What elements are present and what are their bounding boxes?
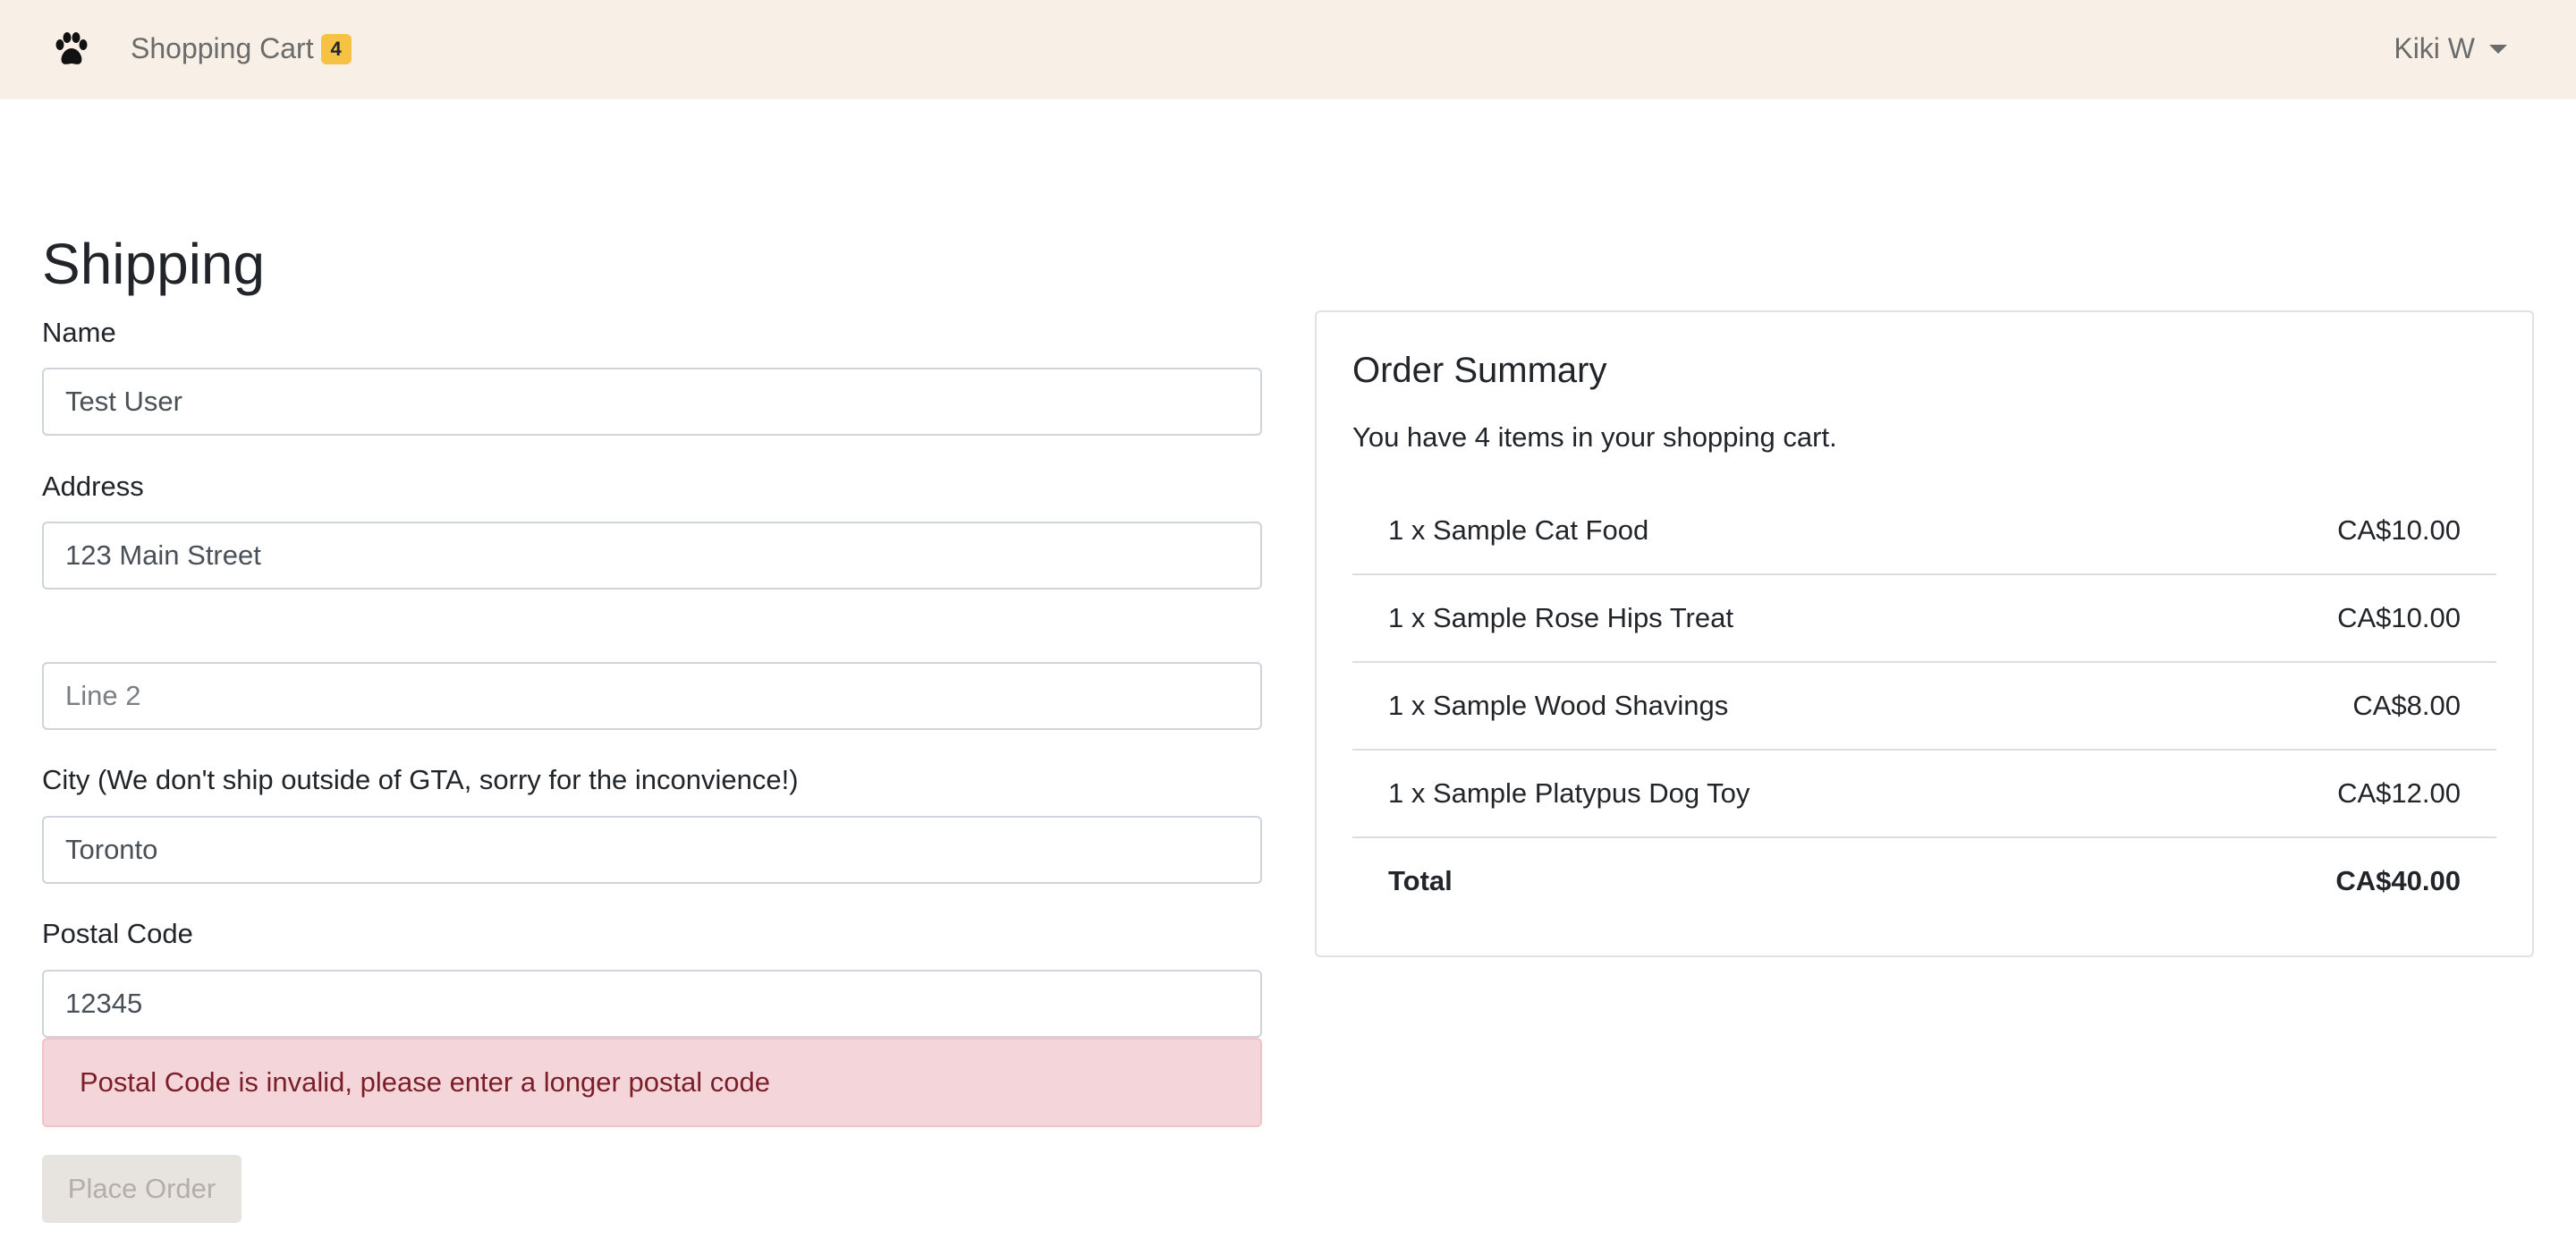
- address-input[interactable]: [42, 522, 1262, 590]
- postal-code-error-text: Postal Code is invalid, please enter a l…: [80, 1066, 771, 1098]
- address-label: Address: [42, 471, 144, 502]
- page-title: Shipping: [42, 232, 266, 296]
- total-label: Total: [1388, 865, 1453, 896]
- order-total-row: Total CA$40.00: [1352, 838, 2496, 926]
- order-item-row: 1 x Sample Cat Food CA$10.00: [1352, 488, 2496, 575]
- navbar: Shopping Cart 4 Kiki W: [0, 0, 2576, 99]
- item-name: 1 x Sample Wood Shavings: [1388, 690, 1729, 721]
- item-price: CA$8.00: [2352, 690, 2461, 721]
- shopping-cart-link[interactable]: Shopping Cart 4: [131, 32, 352, 65]
- name-input[interactable]: [42, 368, 1262, 436]
- item-price: CA$10.00: [2337, 514, 2461, 546]
- order-summary-title: Order Summary: [1352, 351, 1607, 390]
- city-input[interactable]: [42, 816, 1262, 884]
- item-name: 1 x Sample Cat Food: [1388, 514, 1649, 546]
- cart-count-badge: 4: [320, 33, 352, 64]
- user-menu-dropdown[interactable]: Kiki W: [2394, 32, 2507, 65]
- order-item-row: 1 x Sample Platypus Dog Toy CA$12.00: [1352, 751, 2496, 838]
- order-summary-card: Order Summary You have 4 items in your s…: [1315, 310, 2534, 957]
- cart-count-text: You have 4 items in your shopping cart.: [1352, 421, 1837, 453]
- user-name: Kiki W: [2394, 32, 2475, 64]
- item-name: 1 x Sample Platypus Dog Toy: [1388, 777, 1750, 809]
- order-item-row: 1 x Sample Rose Hips Treat CA$10.00: [1352, 575, 2496, 663]
- item-price: CA$10.00: [2337, 602, 2461, 633]
- total-value: CA$40.00: [2335, 865, 2461, 896]
- city-label: City (We don't ship outside of GTA, sorr…: [42, 764, 799, 795]
- item-price: CA$12.00: [2337, 777, 2461, 809]
- postal-code-label: Postal Code: [42, 918, 193, 949]
- order-item-row: 1 x Sample Wood Shavings CA$8.00: [1352, 663, 2496, 751]
- caret-down-icon: [2489, 44, 2507, 54]
- name-label: Name: [42, 317, 116, 348]
- paw-icon[interactable]: [52, 30, 91, 70]
- order-items-list: 1 x Sample Cat Food CA$10.00 1 x Sample …: [1352, 488, 2496, 926]
- place-order-button[interactable]: Place Order: [42, 1155, 242, 1223]
- shopping-cart-label: Shopping Cart: [131, 32, 314, 64]
- postal-code-error-alert: Postal Code is invalid, please enter a l…: [42, 1038, 1262, 1127]
- postal-code-input[interactable]: [42, 970, 1262, 1038]
- item-name: 1 x Sample Rose Hips Treat: [1388, 602, 1733, 633]
- address-line2-input[interactable]: [42, 662, 1262, 730]
